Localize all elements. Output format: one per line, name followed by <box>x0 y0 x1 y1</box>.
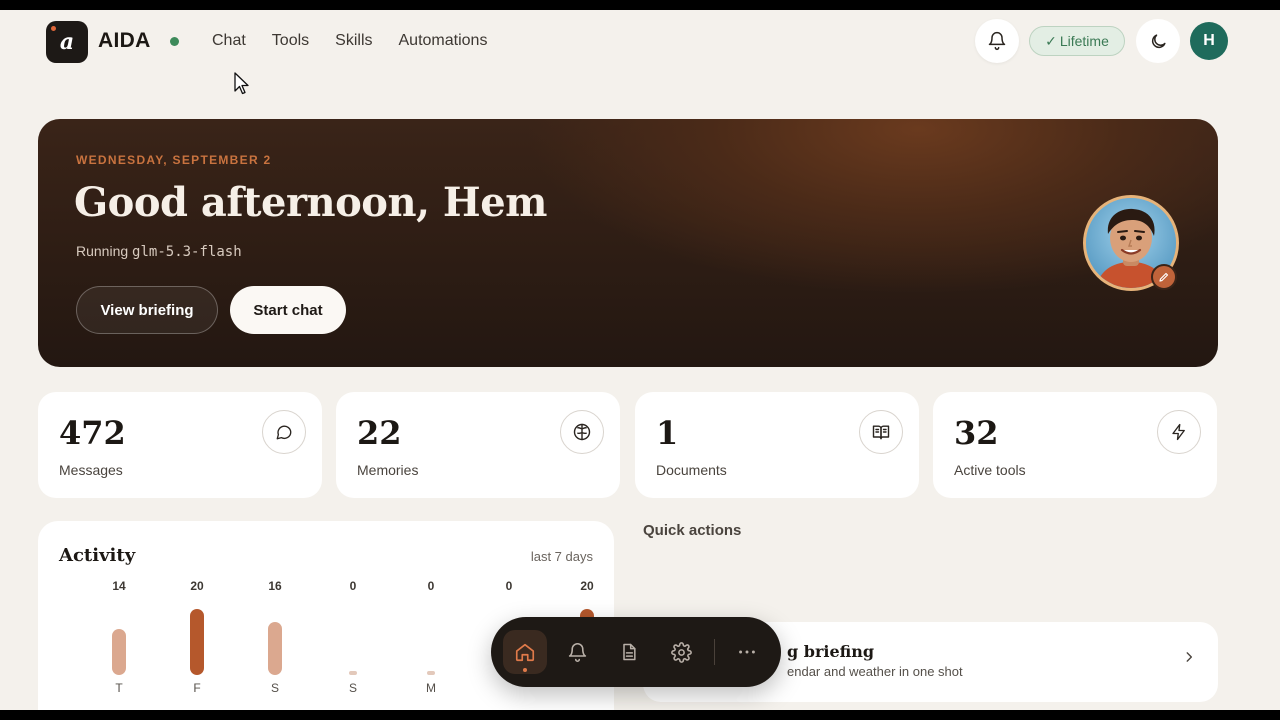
floating-dock <box>491 617 781 687</box>
home-icon <box>515 643 535 662</box>
activity-bar-value: 16 <box>268 579 282 593</box>
chevron-right-icon <box>1186 652 1193 662</box>
stat-value: 472 <box>59 414 126 452</box>
stat-card-memories[interactable]: 22 Memories <box>336 392 620 498</box>
user-avatar[interactable]: H <box>1190 22 1228 60</box>
nav-automations[interactable]: Automations <box>399 32 488 50</box>
main-nav: Chat Tools Skills Automations <box>212 32 487 50</box>
online-status-dot <box>170 37 179 46</box>
hero-date: WEDNESDAY, SEPTEMBER 2 <box>76 153 272 167</box>
stat-icon-wrap <box>859 410 903 454</box>
stat-icon-wrap <box>262 410 306 454</box>
activity-day-label: S <box>348 681 357 695</box>
activity-bar[interactable] <box>190 609 204 675</box>
plan-badge-label: Lifetime <box>1059 33 1109 49</box>
nav-tools[interactable]: Tools <box>272 32 309 50</box>
document-icon <box>623 643 636 661</box>
activity-bar-value: 0 <box>505 579 513 593</box>
dock-settings-button[interactable] <box>659 630 703 674</box>
activity-day-label: S <box>270 681 279 695</box>
activity-day-label: F <box>193 681 201 695</box>
app-frame: a AIDA Chat Tools Skills Automations ✓ L… <box>0 10 1280 710</box>
brain-icon <box>573 423 591 441</box>
pencil-icon <box>1159 272 1169 282</box>
activity-bar-column: 0S <box>333 579 373 699</box>
stat-label: Memories <box>357 462 419 478</box>
dock-more-button[interactable] <box>725 630 769 674</box>
plan-badge[interactable]: ✓ Lifetime <box>1029 26 1125 56</box>
dock-separator <box>714 639 715 665</box>
running-prefix: Running <box>76 243 133 259</box>
bell-icon <box>988 31 1006 51</box>
activity-bar-column: 16 S <box>255 579 295 699</box>
stat-value: 22 <box>357 414 402 452</box>
stat-value: 1 <box>656 414 679 452</box>
quick-actions-title: Quick actions <box>643 522 742 539</box>
activity-bar[interactable] <box>427 671 435 675</box>
user-initial: H <box>1203 32 1215 49</box>
hero-banner: WEDNESDAY, SEPTEMBER 2 Good afternoon, H… <box>38 119 1218 367</box>
edit-avatar-button[interactable] <box>1151 264 1177 290</box>
hero-greeting: Good afternoon, Hem <box>74 179 547 226</box>
activity-bar[interactable] <box>268 622 282 675</box>
stat-icon-wrap <box>1157 410 1201 454</box>
activity-bar-value: 0 <box>349 579 357 593</box>
mouse-cursor-icon <box>234 72 249 95</box>
stat-card-documents[interactable]: 1 Documents <box>635 392 919 498</box>
check-icon: ✓ <box>1045 32 1057 49</box>
bell-icon <box>568 642 586 662</box>
book-icon <box>872 425 890 440</box>
activity-bar-value: 20 <box>190 579 204 593</box>
view-briefing-button[interactable]: View briefing <box>76 286 218 334</box>
chat-bubble-icon <box>276 425 292 440</box>
activity-bar-column: 20 F <box>177 579 217 699</box>
activity-bar-value: 0 <box>427 579 435 593</box>
activity-day-label: T <box>115 681 123 695</box>
activity-range[interactable]: last 7 days <box>531 549 593 564</box>
quick-action-desc: endar and weather in one shot <box>787 664 963 679</box>
nav-skills[interactable]: Skills <box>335 32 372 50</box>
theme-toggle-button[interactable] <box>1136 19 1180 63</box>
start-chat-button[interactable]: Start chat <box>230 286 346 334</box>
stat-label: Active tools <box>954 462 1026 478</box>
more-icon <box>739 650 755 654</box>
nav-chat[interactable]: Chat <box>212 32 246 50</box>
app-logo[interactable]: a <box>46 21 88 63</box>
activity-day-label: M <box>426 681 436 695</box>
activity-bar-value: 14 <box>112 579 126 593</box>
activity-bar-value: 20 <box>580 579 594 593</box>
logo-letter: a <box>59 29 75 55</box>
activity-bar-column: 0M <box>411 579 451 699</box>
quick-action-title: g briefing <box>787 642 875 661</box>
logo-dot <box>51 26 56 31</box>
stat-label: Messages <box>59 462 123 478</box>
activity-bar[interactable] <box>112 629 126 675</box>
model-name: glm-5.3-flash <box>132 244 242 260</box>
stat-card-active-tools[interactable]: 32 Active tools <box>933 392 1217 498</box>
moon-icon <box>1151 33 1166 48</box>
hero-model-line: Running glm-5.3-flash <box>76 243 242 260</box>
active-indicator <box>523 668 527 672</box>
gear-icon <box>670 641 692 663</box>
dock-home-button[interactable] <box>503 630 547 674</box>
stat-card-messages[interactable]: 472 Messages <box>38 392 322 498</box>
stat-icon-wrap <box>560 410 604 454</box>
lightning-icon <box>1172 423 1185 441</box>
stat-value: 32 <box>954 414 999 452</box>
dock-notifications-button[interactable] <box>555 630 599 674</box>
activity-bar-column: 14 T <box>99 579 139 699</box>
app-name: AIDA <box>98 29 151 52</box>
activity-title: Activity <box>59 545 136 566</box>
notifications-button[interactable] <box>975 19 1019 63</box>
activity-bar[interactable] <box>349 671 357 675</box>
dock-documents-button[interactable] <box>607 630 651 674</box>
stat-label: Documents <box>656 462 727 478</box>
top-bar: a AIDA Chat Tools Skills Automations ✓ L… <box>0 10 1280 72</box>
